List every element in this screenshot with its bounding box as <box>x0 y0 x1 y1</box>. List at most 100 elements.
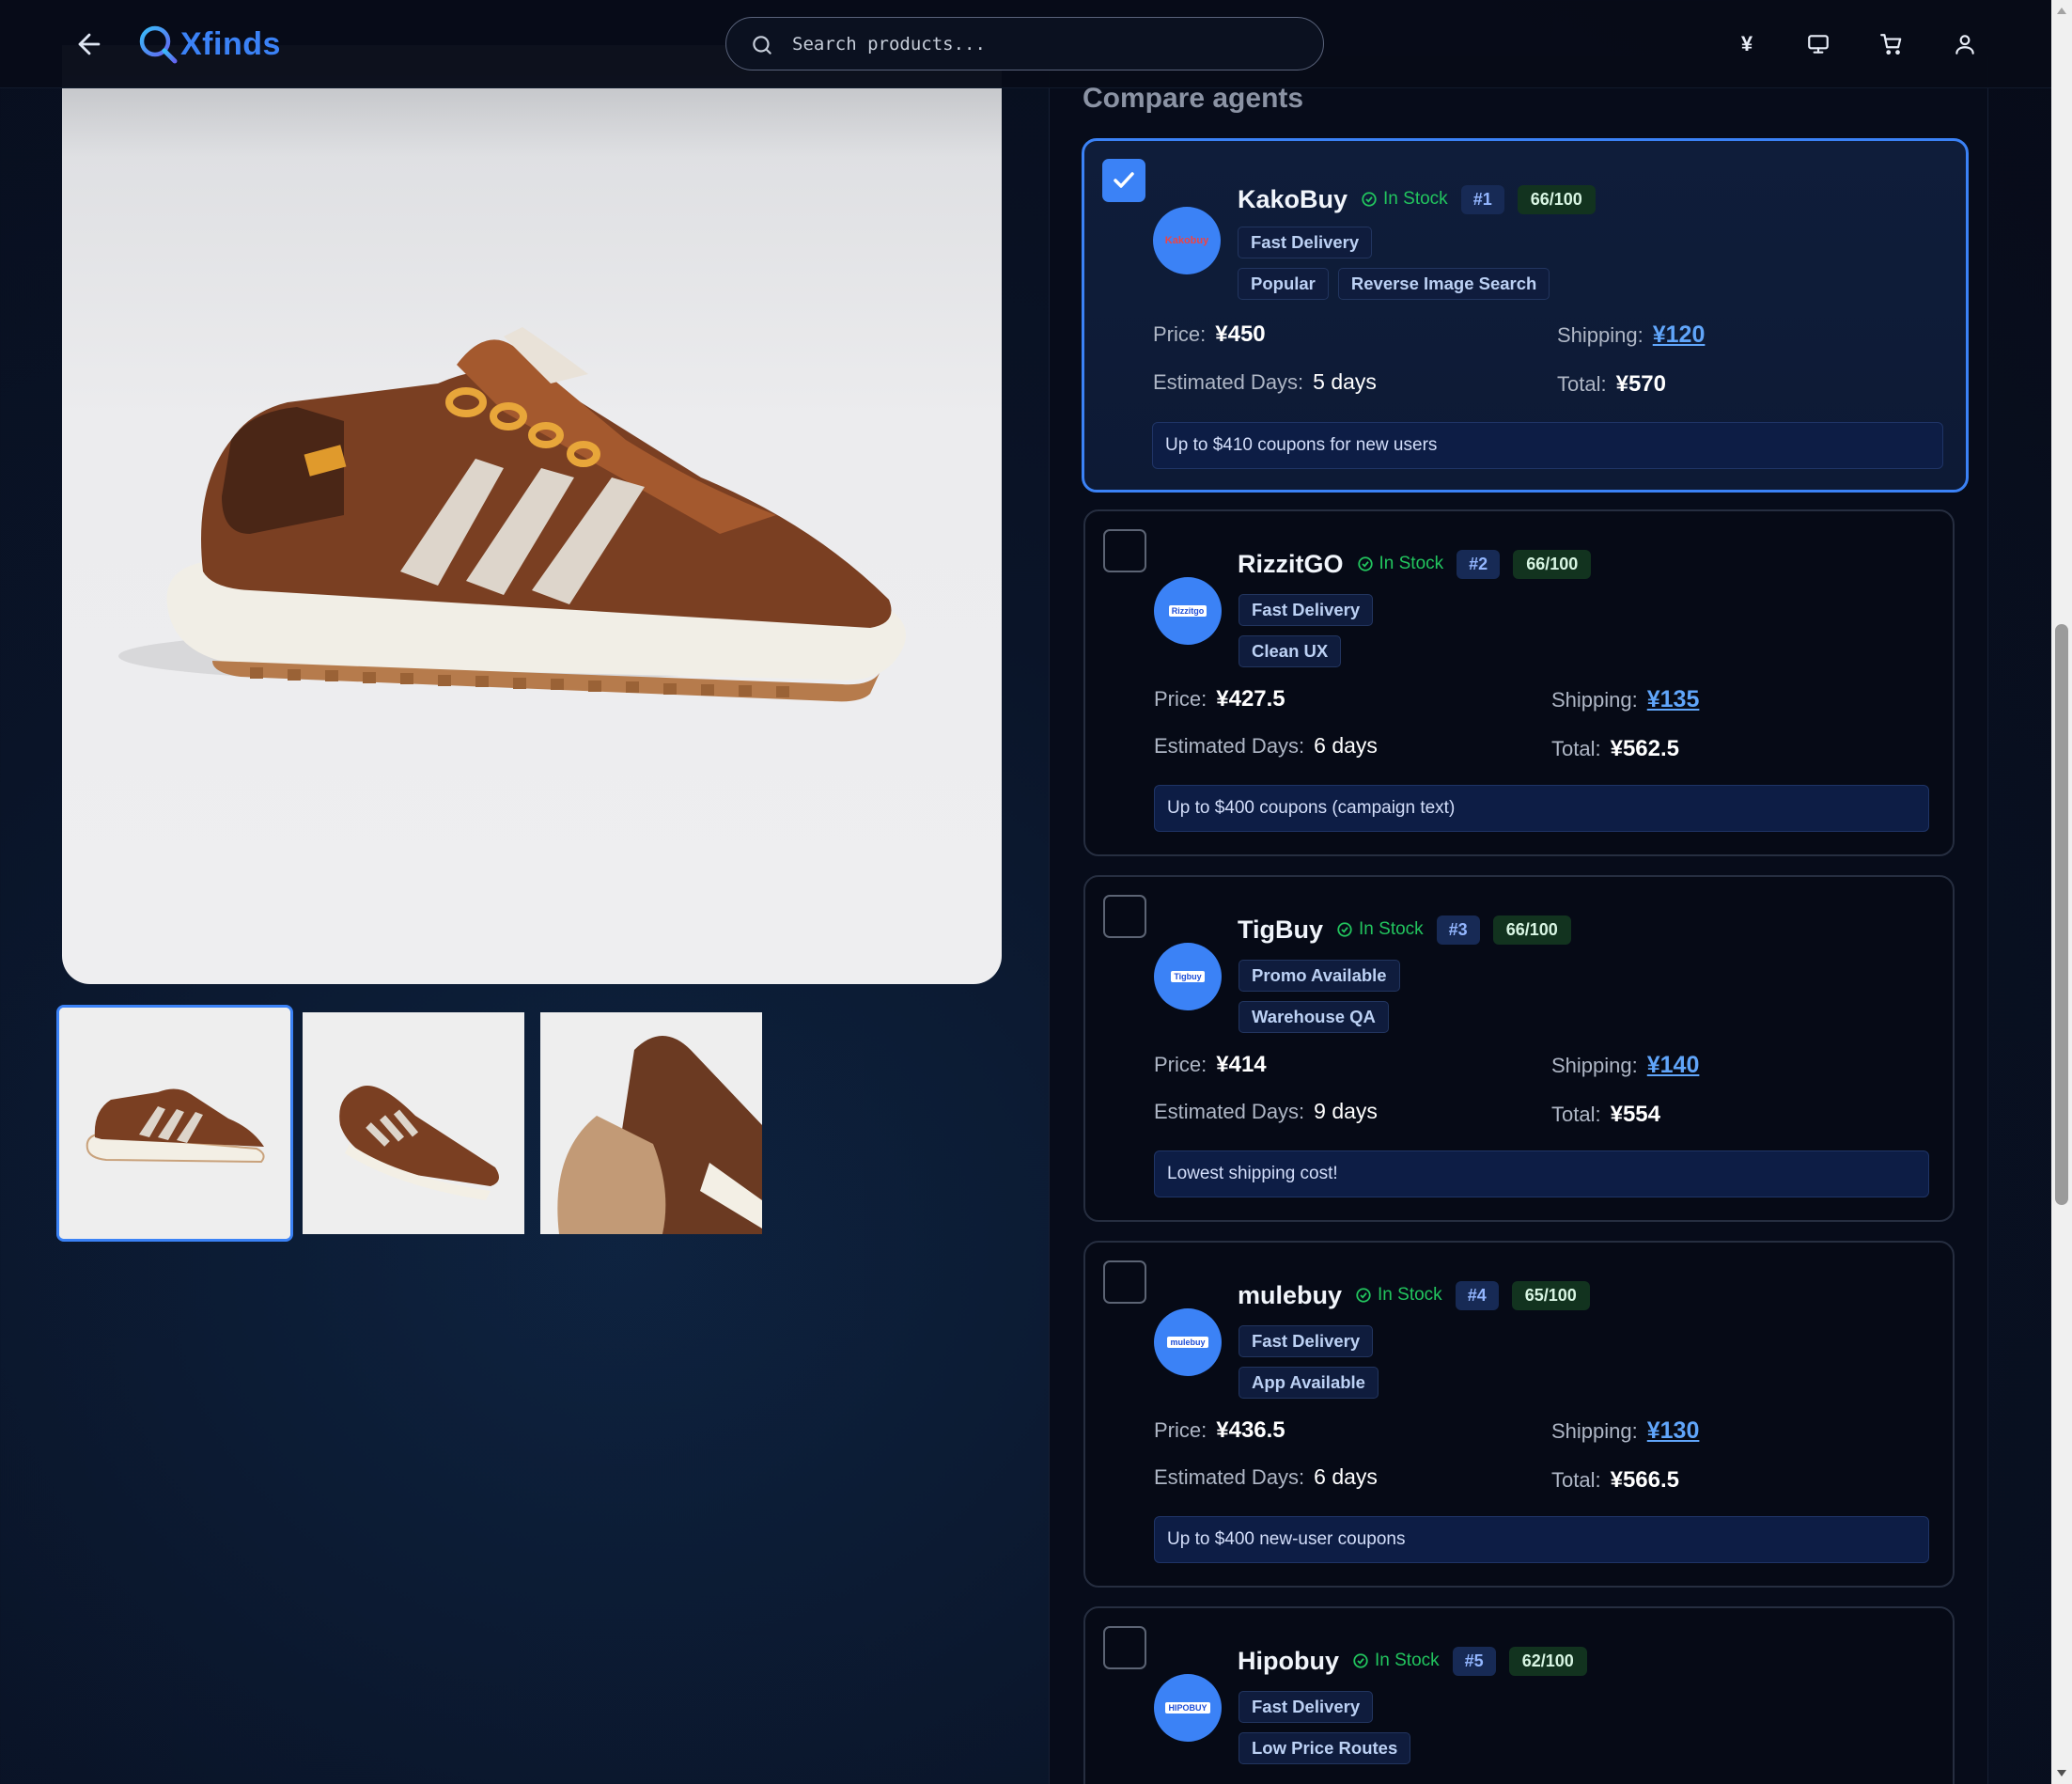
shipping-link[interactable]: ¥130 <box>1647 1417 1700 1445</box>
compare-agents-title: Compare agents <box>1083 83 1304 114</box>
thumbnail-back-view[interactable] <box>540 1012 762 1234</box>
thumbnail-side-view[interactable] <box>56 1005 293 1242</box>
agent-logo: Tigbuy <box>1154 943 1222 1010</box>
promo-banner: Up to $410 coupons for new users <box>1152 422 1943 469</box>
agent-logo: Rizzitgo <box>1154 577 1222 645</box>
total-stat: Total: ¥554 <box>1551 1102 1660 1127</box>
days-stat: Estimated Days: 5 days <box>1153 369 1377 394</box>
magnifier-logo-icon <box>139 25 178 64</box>
agent-select-checkbox[interactable] <box>1103 1626 1146 1669</box>
feature-tag: Clean UX <box>1239 635 1342 667</box>
rank-badge: #2 <box>1457 549 1501 579</box>
score-badge: 66/100 <box>1513 549 1592 579</box>
score-badge: 66/100 <box>1492 915 1571 945</box>
agent-logo: HIPOBUY <box>1154 1674 1222 1742</box>
agent-logo: Kakobuy <box>1153 207 1221 274</box>
agent-select-checkbox[interactable] <box>1103 529 1146 572</box>
agent-select-checkbox[interactable] <box>1102 159 1145 202</box>
total-value: ¥570 <box>1615 371 1666 397</box>
currency-yen-icon[interactable]: ¥ <box>1733 30 1761 58</box>
agent-card-rizzitgo[interactable]: Rizzitgo RizzitGO In Stock #2 66/100 Fas… <box>1083 509 1955 856</box>
agent-select-checkbox[interactable] <box>1103 1260 1146 1304</box>
price-stat: Price: ¥427.5 <box>1154 686 1285 712</box>
rank-badge: #4 <box>1455 1280 1499 1310</box>
total-stat: Total: ¥570 <box>1557 371 1666 397</box>
feature-tag: Fast Delivery <box>1239 594 1374 626</box>
thumbnail-angled-view[interactable] <box>303 1012 524 1234</box>
agent-name: Hipobuy <box>1238 1646 1339 1675</box>
days-stat: Estimated Days: 6 days <box>1154 1464 1378 1489</box>
shipping-stat: Shipping: ¥120 <box>1557 321 1706 349</box>
agent-logo: mulebuy <box>1154 1308 1222 1376</box>
stock-status: In Stock <box>1357 554 1443 574</box>
rank-badge: #5 <box>1452 1646 1496 1676</box>
feature-tag: Low Price Routes <box>1239 1732 1411 1764</box>
shipping-link[interactable]: ¥140 <box>1647 1052 1700 1079</box>
price-stat: Price: ¥450 <box>1153 321 1266 347</box>
agent-card-kakobuy[interactable]: Kakobuy KakoBuy In Stock #1 66/100 Fast … <box>1082 138 1969 493</box>
shipping-link[interactable]: ¥135 <box>1647 686 1700 713</box>
scroll-down-arrow-icon[interactable] <box>2057 1770 2066 1776</box>
scrollbar-thumb[interactable] <box>2055 624 2068 1205</box>
stock-status: In Stock <box>1361 189 1448 210</box>
stock-status: In Stock <box>1355 1285 1442 1306</box>
agent-name: KakoBuy <box>1238 184 1348 213</box>
shipping-stat: Shipping: ¥140 <box>1551 1052 1700 1079</box>
shipping-link[interactable]: ¥120 <box>1653 321 1706 349</box>
user-icon[interactable] <box>1951 30 1979 58</box>
search-input[interactable] <box>792 25 1300 63</box>
check-circle-icon <box>1356 1288 1371 1303</box>
promo-banner: Up to $400 coupons (campaign text) <box>1154 785 1929 832</box>
feature-tag: Fast Delivery <box>1239 1691 1374 1723</box>
agent-card-hipobuy[interactable]: HIPOBUY Hipobuy In Stock #5 62/100 Fast … <box>1083 1606 1955 1784</box>
agent-select-checkbox[interactable] <box>1103 895 1146 938</box>
check-circle-icon <box>1357 556 1373 571</box>
checkmark-icon <box>1114 172 1134 188</box>
check-circle-icon <box>1362 192 1377 207</box>
shipping-stat: Shipping: ¥130 <box>1551 1417 1700 1445</box>
feature-tag: Fast Delivery <box>1239 1325 1374 1357</box>
total-stat: Total: ¥566.5 <box>1551 1467 1679 1493</box>
promo-banner: Lowest shipping cost! <box>1154 1150 1929 1197</box>
feature-tag: Promo Available <box>1239 960 1400 992</box>
check-circle-icon <box>1337 922 1352 937</box>
shipping-stat: Shipping: ¥135 <box>1551 686 1700 713</box>
back-arrow-icon[interactable] <box>73 28 105 60</box>
stock-status: In Stock <box>1336 919 1424 940</box>
days-stat: Estimated Days: 6 days <box>1154 733 1378 758</box>
score-badge: 66/100 <box>1517 184 1596 214</box>
rank-badge: #3 <box>1436 915 1480 945</box>
feature-tag: Warehouse QA <box>1239 1001 1389 1033</box>
feature-tag: Popular <box>1238 268 1329 300</box>
score-badge: 62/100 <box>1508 1646 1587 1676</box>
agent-card-tigbuy[interactable]: Tigbuy TigBuy In Stock #3 66/100 Promo A… <box>1083 875 1955 1222</box>
agent-card-mulebuy[interactable]: mulebuy mulebuy In Stock #4 65/100 Fast … <box>1083 1241 1955 1588</box>
search-icon <box>753 36 771 55</box>
price-stat: Price: ¥414 <box>1154 1052 1267 1077</box>
monitor-icon[interactable] <box>1804 30 1832 58</box>
agent-name: mulebuy <box>1238 1280 1343 1309</box>
check-circle-icon <box>1353 1653 1368 1668</box>
xfinds-logo[interactable]: Xfinds <box>137 21 281 68</box>
top-navigation-bar: Xfinds ¥ <box>0 0 2051 88</box>
sneaker-illustration <box>118 327 906 702</box>
agent-name: TigBuy <box>1238 915 1324 944</box>
cart-icon[interactable] <box>1877 30 1906 58</box>
page-scrollbar[interactable] <box>2051 0 2072 1784</box>
brand-name: Xfinds <box>180 25 281 62</box>
feature-tag: Reverse Image Search <box>1337 268 1550 300</box>
feature-tag: Fast Delivery <box>1238 227 1373 258</box>
rank-badge: #1 <box>1460 184 1504 214</box>
price-value: ¥450 <box>1215 321 1266 347</box>
agent-name: RizzitGO <box>1238 549 1344 578</box>
main-product-image[interactable] <box>62 45 1002 984</box>
search-bar[interactable] <box>725 17 1324 70</box>
promo-banner: Up to $400 new-user coupons <box>1154 1516 1929 1563</box>
price-stat: Price: ¥436.5 <box>1154 1417 1285 1443</box>
days-stat: Estimated Days: 9 days <box>1154 1099 1378 1123</box>
stock-status: In Stock <box>1352 1651 1440 1671</box>
scroll-up-arrow-icon[interactable] <box>2057 8 2066 14</box>
score-badge: 65/100 <box>1511 1280 1590 1310</box>
total-stat: Total: ¥562.5 <box>1551 736 1679 761</box>
feature-tag: App Available <box>1239 1367 1379 1399</box>
